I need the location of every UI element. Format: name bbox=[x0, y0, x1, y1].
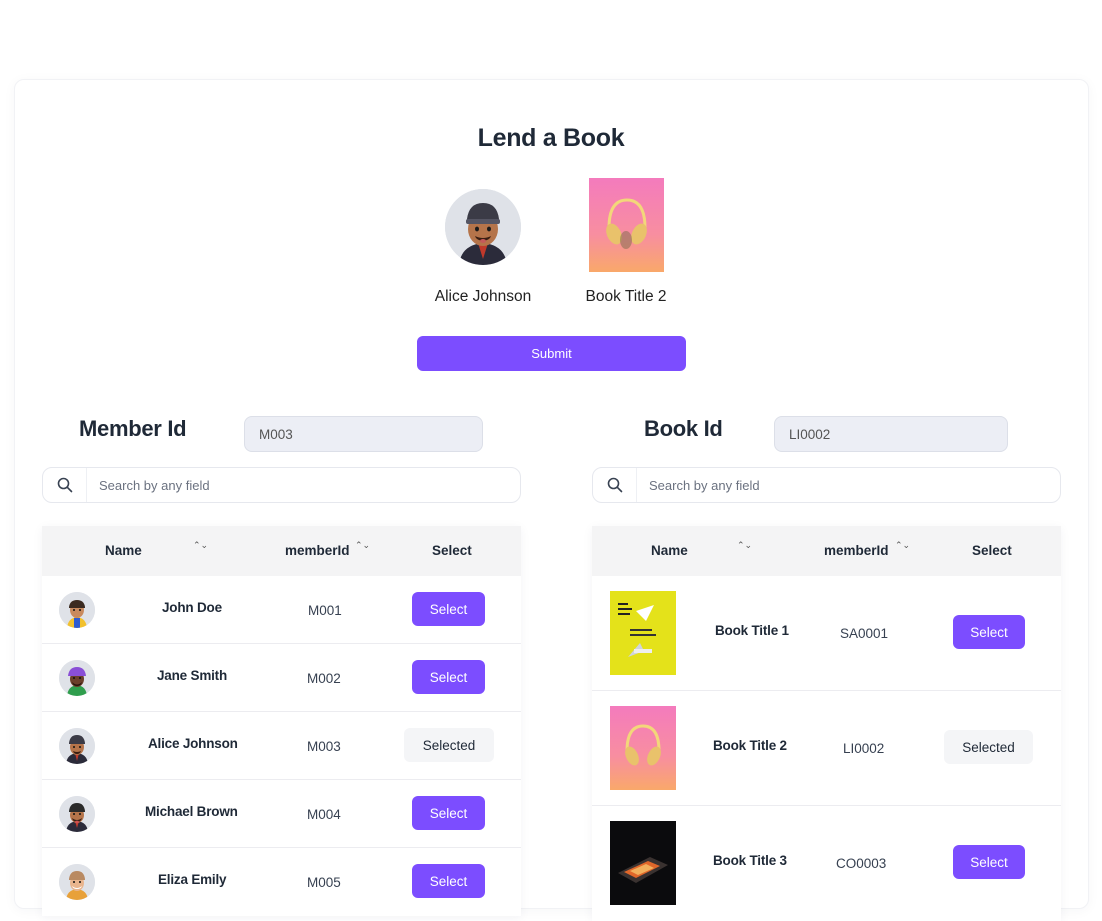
table-row: Eliza Emily M005 Select bbox=[42, 848, 521, 916]
avatar bbox=[59, 796, 95, 832]
member-table-header: Name ⌃⌄ memberId ⌃⌄ Select bbox=[42, 526, 521, 576]
column-member-id: memberId bbox=[285, 543, 350, 558]
selected-button[interactable]: Selected bbox=[944, 730, 1033, 764]
member-id: M002 bbox=[307, 671, 341, 686]
selected-member-name: Alice Johnson bbox=[434, 288, 532, 305]
sort-icon[interactable]: ⌃⌄ bbox=[737, 540, 752, 551]
book-name: Book Title 3 bbox=[713, 853, 787, 868]
table-row: Book Title 2 LI0002 Selected bbox=[592, 691, 1061, 806]
selected-button[interactable]: Selected bbox=[404, 728, 494, 762]
member-id-label: Member Id bbox=[79, 416, 187, 441]
book-id: SA0001 bbox=[840, 626, 889, 641]
member-id-field[interactable]: M003 bbox=[244, 416, 483, 452]
avatar bbox=[59, 728, 95, 764]
selected-member-avatar bbox=[445, 189, 521, 265]
select-button[interactable]: Select bbox=[953, 845, 1025, 879]
select-button[interactable]: Select bbox=[412, 864, 485, 898]
member-name: Michael Brown bbox=[145, 804, 238, 819]
book-id-label: Book Id bbox=[644, 416, 723, 441]
column-select: Select bbox=[432, 543, 472, 558]
column-name: Name bbox=[651, 543, 688, 558]
member-name: John Doe bbox=[162, 600, 222, 615]
selected-book-cover bbox=[589, 178, 664, 272]
book-search-input[interactable]: Search by any field bbox=[637, 478, 760, 493]
select-button[interactable]: Select bbox=[412, 592, 485, 626]
avatar bbox=[59, 660, 95, 696]
book-table: Name ⌃⌄ memberId ⌃⌄ Select Book Title 1 … bbox=[592, 526, 1061, 921]
sort-icon[interactable]: ⌃⌄ bbox=[193, 540, 208, 551]
submit-button[interactable]: Submit bbox=[417, 336, 686, 371]
table-row: Book Title 3 CO0003 Select bbox=[592, 806, 1061, 921]
book-id: LI0002 bbox=[843, 741, 885, 756]
select-button[interactable]: Select bbox=[412, 660, 485, 694]
table-row: John Doe M001 Select bbox=[42, 576, 521, 644]
book-id: CO0003 bbox=[836, 856, 887, 871]
selected-book-title: Book Title 2 bbox=[585, 288, 667, 305]
book-table-header: Name ⌃⌄ memberId ⌃⌄ Select bbox=[592, 526, 1061, 576]
search-icon bbox=[593, 468, 637, 502]
table-row: Alice Johnson M003 Selected bbox=[42, 712, 521, 780]
column-select: Select bbox=[972, 543, 1012, 558]
member-id: M004 bbox=[307, 807, 341, 822]
column-name: Name bbox=[105, 543, 142, 558]
book-cover bbox=[610, 821, 676, 905]
sort-icon[interactable]: ⌃⌄ bbox=[355, 540, 370, 551]
member-name: Eliza Emily bbox=[158, 872, 227, 887]
table-row: Michael Brown M004 Select bbox=[42, 780, 521, 848]
member-search-input[interactable]: Search by any field bbox=[87, 478, 210, 493]
search-icon bbox=[43, 468, 87, 502]
member-id: M005 bbox=[307, 875, 341, 890]
select-button[interactable]: Select bbox=[412, 796, 485, 830]
book-cover bbox=[610, 706, 676, 790]
member-name: Jane Smith bbox=[157, 668, 228, 683]
book-name: Book Title 1 bbox=[715, 623, 789, 638]
table-row: Book Title 1 SA0001 Select bbox=[592, 576, 1061, 691]
book-cover bbox=[610, 591, 676, 675]
table-row: Jane Smith M002 Select bbox=[42, 644, 521, 712]
book-search-bar[interactable]: Search by any field bbox=[592, 467, 1061, 503]
select-button[interactable]: Select bbox=[953, 615, 1025, 649]
avatar bbox=[59, 592, 95, 628]
page-title: Lend a Book bbox=[477, 124, 625, 152]
book-name: Book Title 2 bbox=[713, 738, 787, 753]
member-id: M001 bbox=[308, 603, 342, 618]
member-name: Alice Johnson bbox=[148, 736, 238, 751]
member-id: M003 bbox=[307, 739, 341, 754]
avatar bbox=[59, 864, 95, 900]
member-search-bar[interactable]: Search by any field bbox=[42, 467, 521, 503]
member-table: Name ⌃⌄ memberId ⌃⌄ Select John Doe M001… bbox=[42, 526, 521, 916]
sort-icon[interactable]: ⌃⌄ bbox=[895, 540, 910, 551]
column-member-id: memberId bbox=[824, 543, 889, 558]
book-id-field[interactable]: LI0002 bbox=[774, 416, 1008, 452]
